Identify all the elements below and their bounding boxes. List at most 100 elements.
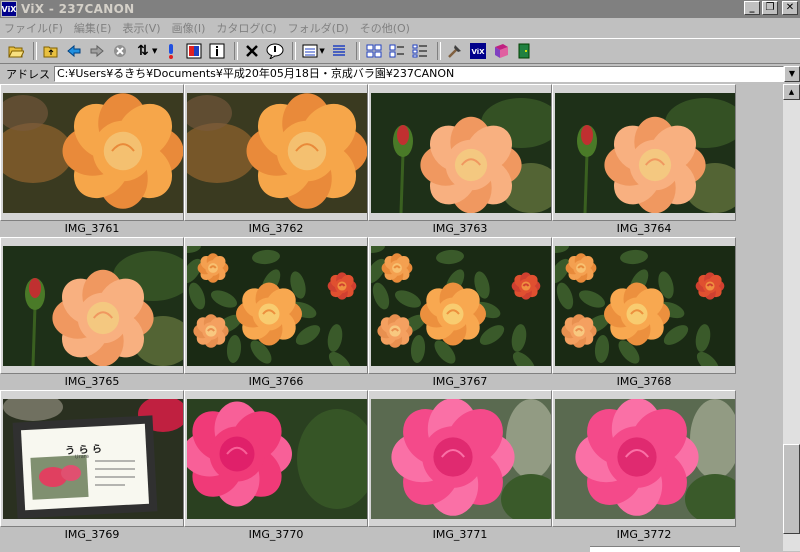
thumbnail-frame[interactable]: [184, 237, 368, 374]
thumbnail-label: IMG_3763: [432, 222, 488, 235]
thumbnail-item[interactable]: IMG_3767: [368, 237, 552, 390]
thumbnail-image[interactable]: [187, 399, 367, 519]
thumbnail-frame[interactable]: [0, 84, 184, 221]
thumbnail-label: IMG_3766: [248, 375, 304, 388]
menu-item[interactable]: 表示(V): [122, 20, 160, 36]
menu-bar: ファイル(F) 編集(E) 表示(V) 画像(I) カタログ(C) フォルダ(D) その他(…: [0, 18, 800, 37]
toolbar-separator: [436, 41, 441, 60]
thumbnail-label: IMG_3772: [616, 528, 672, 541]
scroll-up-button[interactable]: ▲: [783, 84, 800, 100]
thumbnail-image[interactable]: [187, 93, 367, 213]
forward-arrow-icon[interactable]: [87, 41, 107, 61]
thumbnail-frame[interactable]: う ら ら Urara: [0, 390, 184, 527]
thumbnail-frame[interactable]: [0, 237, 184, 374]
view-icon[interactable]: [300, 41, 320, 61]
stop-icon[interactable]: [110, 41, 130, 61]
open-folder-icon[interactable]: [6, 41, 26, 61]
delete-icon[interactable]: [242, 41, 262, 61]
thumbnail-label: IMG_3769: [64, 528, 120, 541]
toolbar-separator: [292, 41, 297, 60]
menu-item[interactable]: その他(O): [360, 20, 410, 36]
thumb-medium-icon[interactable]: [387, 41, 407, 61]
back-arrow-icon[interactable]: [64, 41, 84, 61]
thumbnail-frame[interactable]: [552, 84, 736, 221]
status-bar-edge: [590, 546, 740, 552]
thumbnail-frame[interactable]: [368, 237, 552, 374]
thumbnail-frame[interactable]: [184, 84, 368, 221]
info-icon[interactable]: [207, 41, 227, 61]
properties-icon[interactable]: [265, 41, 285, 61]
thumbnail-item[interactable]: IMG_3768: [552, 237, 736, 390]
thumbnail-item[interactable]: IMG_3764: [552, 84, 736, 237]
thumbnail-image[interactable]: [371, 93, 551, 213]
thumbnail-grid: IMG_3761 IMG_3762 IMG_3763 IMG_3764 IMG_3765…: [0, 84, 783, 551]
thumbnail-image[interactable]: う ら ら Urara: [3, 399, 183, 519]
thumbnail-item[interactable]: IMG_3771: [368, 390, 552, 543]
exit-icon[interactable]: [514, 41, 534, 61]
title-bar: ViX ViX - 237CANON _ ❐ ✕: [0, 0, 800, 18]
thumbnail-frame[interactable]: [184, 390, 368, 527]
window-title: ViX - 237CANON: [21, 2, 135, 16]
thumbnail-frame[interactable]: [552, 237, 736, 374]
toolbar-separator: [234, 41, 239, 60]
thumbnail-frame[interactable]: [368, 84, 552, 221]
slideshow-icon[interactable]: [184, 41, 204, 61]
sort-dropdown-icon[interactable]: ▼: [152, 47, 157, 55]
toolbar-separator: [355, 41, 360, 60]
thumbnail-label: IMG_3765: [64, 375, 120, 388]
address-bar: アドレス C:¥Users¥るきち¥Documents¥平成20年05月18日・…: [0, 63, 800, 83]
thumbnail-item[interactable]: IMG_3762: [184, 84, 368, 237]
thumbnail-item[interactable]: IMG_3765: [0, 237, 184, 390]
thumbnail-label: IMG_3771: [432, 528, 488, 541]
thumbnail-image[interactable]: [187, 246, 367, 366]
list-icon[interactable]: [329, 41, 349, 61]
address-input[interactable]: C:¥Users¥るきち¥Documents¥平成20年05月18日・京成バラ園…: [54, 65, 784, 82]
toolbar: ⇅ ▼ ▼ ViX: [0, 38, 800, 62]
address-label: アドレス: [6, 67, 50, 81]
thumbnail-image[interactable]: [555, 246, 735, 366]
thumbnail-label: IMG_3761: [64, 222, 120, 235]
menu-item[interactable]: 画像(I): [172, 20, 206, 36]
sort-icon[interactable]: ⇅: [133, 41, 153, 61]
vertical-scrollbar[interactable]: ▲: [783, 84, 800, 551]
thumbnail-image[interactable]: [555, 93, 735, 213]
thumbnail-label: IMG_3768: [616, 375, 672, 388]
scrollbar-thumb[interactable]: [783, 444, 800, 534]
thumbnail-frame[interactable]: [368, 390, 552, 527]
svg-text:ViX: ViX: [471, 48, 485, 56]
menu-item[interactable]: ファイル(F): [4, 20, 63, 36]
restore-button[interactable]: ❐: [762, 1, 778, 15]
exclamation-icon[interactable]: [161, 41, 181, 61]
minimize-button[interactable]: _: [744, 1, 760, 15]
thumbnail-label: IMG_3767: [432, 375, 488, 388]
thumbnail-image[interactable]: [3, 246, 183, 366]
window-controls: _ ❐ ✕: [744, 1, 798, 15]
menu-item[interactable]: 編集(E): [74, 20, 112, 36]
menu-item[interactable]: カタログ(C): [216, 20, 276, 36]
vix-icon[interactable]: ViX: [468, 41, 488, 61]
thumbnail-frame[interactable]: [552, 390, 736, 527]
tool-icon[interactable]: [445, 41, 465, 61]
address-dropdown-button[interactable]: ▼: [784, 65, 800, 82]
thumbnail-item[interactable]: IMG_3772: [552, 390, 736, 543]
thumb-large-icon[interactable]: [364, 41, 384, 61]
view-dropdown-icon[interactable]: ▼: [319, 47, 324, 55]
thumbnail-image[interactable]: [371, 399, 551, 519]
thumbnail-image[interactable]: [3, 93, 183, 213]
app-icon[interactable]: ViX: [1, 1, 17, 17]
catalog-icon[interactable]: [491, 41, 511, 61]
menu-item[interactable]: フォルダ(D): [288, 20, 349, 36]
toolbar-separator: [33, 41, 37, 60]
thumbnail-image[interactable]: [371, 246, 551, 366]
thumbnail-item[interactable]: IMG_3770: [184, 390, 368, 543]
thumbnail-image[interactable]: [555, 399, 735, 519]
thumbnail-item[interactable]: IMG_3763: [368, 84, 552, 237]
thumbnail-item[interactable]: IMG_3761: [0, 84, 184, 237]
thumb-small-icon[interactable]: [410, 41, 430, 61]
thumbnail-item[interactable]: IMG_3766: [184, 237, 368, 390]
thumbnail-item[interactable]: う ら ら Urara IMG_3769: [0, 390, 184, 543]
up-folder-icon[interactable]: [41, 41, 61, 61]
close-button[interactable]: ✕: [782, 1, 798, 15]
sign-subtitle: Urara: [74, 453, 90, 461]
thumbnail-label: IMG_3764: [616, 222, 672, 235]
